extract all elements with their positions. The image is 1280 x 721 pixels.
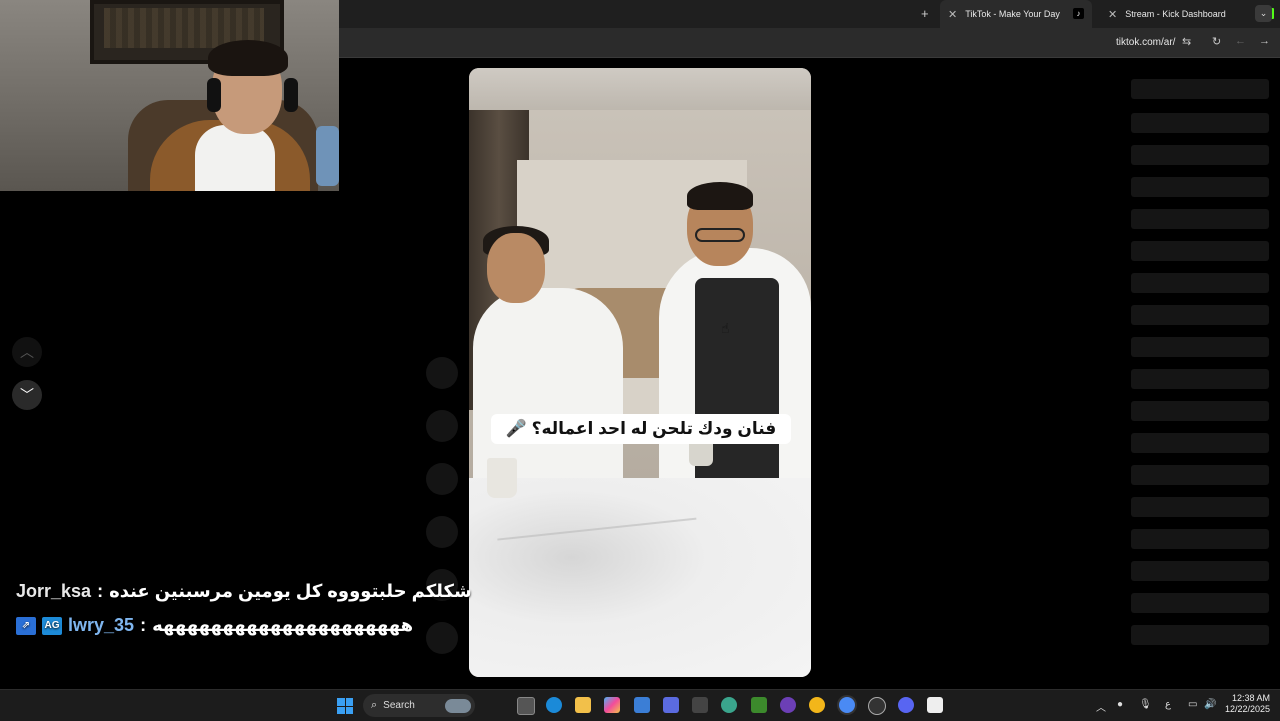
capcut-icon[interactable] (927, 697, 943, 713)
skeleton-row (1131, 433, 1269, 453)
edge-icon[interactable] (546, 697, 562, 713)
video-ceiling (469, 68, 811, 110)
forward-icon[interactable]: → (1259, 35, 1270, 47)
address-bar[interactable]: tiktok.com/ar/ (1116, 37, 1175, 48)
seated-man-face (487, 233, 545, 303)
chat-text: هههههههههههههههههههههه (152, 615, 414, 635)
minecraft-icon[interactable] (751, 697, 767, 713)
tab-search-dropdown-icon[interactable]: ⌄ (1255, 5, 1272, 22)
chat-separator: : (97, 581, 104, 601)
network-icon[interactable]: ▭ (1188, 699, 1197, 710)
search-icon: ⌕ (371, 699, 378, 711)
streamer-hair (208, 40, 288, 76)
video-caption: فنان ودك تلحن له احد اعماله؟ 🎤 (491, 414, 791, 444)
coffee-cup (487, 458, 517, 498)
skeleton-row (1131, 497, 1269, 517)
skeleton-row (1131, 145, 1269, 165)
copilot-icon[interactable] (604, 697, 620, 713)
music-disc-button[interactable] (426, 622, 458, 654)
chat-username: Jorr_ksa (16, 581, 92, 601)
search-label: Search (383, 700, 415, 711)
windows-start-icon[interactable] (337, 698, 353, 714)
tab-label: Stream - Kick Dashboard (1125, 9, 1226, 19)
new-tab-button[interactable]: + (921, 6, 929, 21)
chat-message: ⇗ AG lwry_35 : هههههههههههههههههههههه (16, 615, 413, 636)
discord-icon[interactable] (898, 697, 914, 713)
clock-date: 12/22/2025 (1224, 704, 1270, 714)
save-button[interactable] (426, 516, 458, 548)
background-object (316, 126, 339, 186)
skeleton-row (1131, 177, 1269, 197)
app-icon[interactable] (780, 697, 796, 713)
microphone-icon[interactable]: 🎙 (1139, 699, 1152, 710)
tray-app-icon[interactable]: ● (1117, 699, 1123, 710)
skeleton-row (1131, 593, 1269, 613)
tab-tiktok[interactable]: ✕ TikTok - Make Your Day ♪ (940, 0, 1092, 28)
network-app-icon[interactable] (721, 697, 737, 713)
chevron-up-icon[interactable]: ︿ (1096, 699, 1106, 714)
next-video-button[interactable]: ﹀ (12, 380, 42, 410)
skeleton-row (1131, 561, 1269, 581)
chat-text: شكلكم حلبتوووه كل يومين مرسبنين عنده (109, 581, 472, 601)
chat-username: lwry_35 (68, 615, 135, 635)
back-icon[interactable]: ← (1235, 35, 1246, 47)
like-button[interactable] (426, 410, 458, 442)
volume-icon[interactable]: 🔊 (1204, 699, 1216, 710)
skeleton-row (1131, 465, 1269, 485)
site-settings-icon[interactable]: ⇆ (1182, 35, 1191, 48)
streamer-shirt (195, 125, 275, 191)
video-editor-icon[interactable] (663, 697, 679, 713)
chat-separator: : (140, 615, 147, 635)
skeleton-row (1131, 337, 1269, 357)
video-player[interactable]: فنان ودك تلحن له احد اعماله؟ 🎤 ☝ (469, 68, 811, 677)
file-explorer-icon[interactable] (575, 697, 591, 713)
browser-toolbar: tiktok.com/ar/ ⇆ ↻ ← → (339, 28, 1280, 58)
previous-video-button[interactable]: ︿ (12, 337, 42, 367)
chevron-down-icon: ﹀ (20, 387, 34, 403)
skeleton-row (1131, 79, 1269, 99)
comment-button[interactable] (426, 463, 458, 495)
headset-icon (284, 78, 298, 112)
webcam-overlay (0, 0, 339, 191)
reload-icon[interactable]: ↻ (1212, 35, 1221, 48)
browser-tab-bar: + ✕ TikTok - Make Your Day ♪ ✕ Stream - … (339, 0, 1280, 28)
skeleton-row (1131, 241, 1269, 261)
clock-time: 12:38 AM (1231, 693, 1270, 703)
skeleton-row (1131, 369, 1269, 389)
chrome-icon[interactable] (809, 697, 825, 713)
close-tab-icon[interactable]: ✕ (1108, 8, 1117, 21)
chat-message: Jorr_ksa : شكلكم حلبتوووه كل يومين مرسبن… (16, 581, 472, 602)
skeleton-row (1131, 305, 1269, 325)
skeleton-row (1131, 401, 1269, 421)
tab-label: TikTok - Make Your Day (965, 9, 1060, 19)
taskbar-search[interactable]: ⌕ Search (363, 694, 475, 717)
search-highlight-icon (445, 698, 471, 713)
chrome-active-icon[interactable] (839, 697, 855, 713)
tiktok-icon: ♪ (1073, 8, 1084, 19)
skeleton-row (1131, 113, 1269, 133)
glasses-icon (695, 228, 745, 242)
skeleton-row (1131, 529, 1269, 549)
standing-man-hair (687, 182, 753, 210)
skeleton-row (1131, 625, 1269, 645)
chat-badge: AG (42, 616, 62, 635)
chevron-up-icon: ︿ (20, 344, 34, 360)
headset-icon (207, 78, 221, 112)
close-tab-icon[interactable]: ✕ (948, 8, 957, 21)
obs-icon[interactable] (692, 697, 708, 713)
tab-kick-dashboard[interactable]: ✕ Stream - Kick Dashboard K (1100, 0, 1274, 28)
hand-cursor-icon: ☝ (721, 320, 730, 336)
language-indicator[interactable]: ع (1165, 699, 1171, 710)
subscriber-badge-icon: ⇗ (16, 616, 36, 635)
settings-gear-icon[interactable] (868, 697, 886, 715)
skeleton-row (1131, 273, 1269, 293)
skeleton-row (1131, 209, 1269, 229)
task-view-icon[interactable] (517, 697, 535, 715)
taskbar-clock[interactable]: 12:38 AM 12/22/2025 (1222, 693, 1270, 715)
taskbar: ⌕ Search ︿ ● 🎙 ع ▭ 🔊 12:38 AM 12/22/2025 (0, 689, 1280, 721)
profile-avatar-button[interactable] (426, 357, 458, 389)
store-icon[interactable] (634, 697, 650, 713)
